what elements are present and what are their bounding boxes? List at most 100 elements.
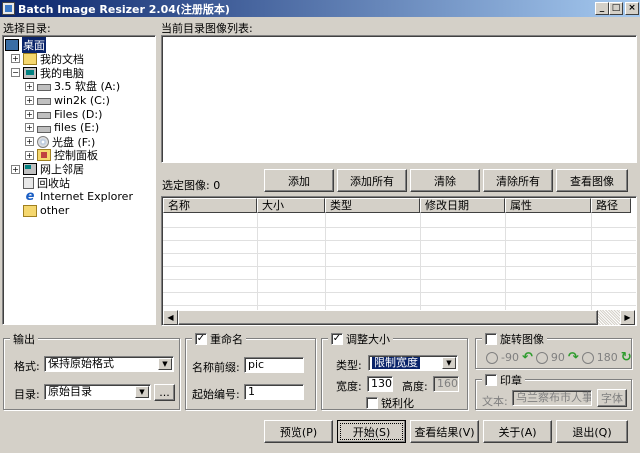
clear-all-button[interactable]: 清除所有 [483, 169, 553, 192]
grid-row-line [163, 253, 636, 254]
resize-type-select[interactable]: 限制宽度 ▼ [368, 355, 458, 371]
rotate-cw-icon: ↷ [567, 350, 579, 365]
width-label: 宽度: [336, 380, 362, 393]
drive-icon [37, 125, 51, 133]
floppy-icon [37, 84, 51, 92]
scroll-left-icon[interactable]: ◀ [163, 310, 178, 325]
resize-type-label: 类型: [336, 359, 362, 372]
directory-label: 选择目录: [3, 22, 51, 35]
grid-row-line [163, 227, 636, 228]
tree-node[interactable]: 回收站 [5, 176, 70, 190]
expand-icon[interactable]: + [11, 164, 20, 174]
grid-row-line [163, 305, 636, 306]
network-icon [23, 163, 37, 176]
maximize-button[interactable]: □ [609, 2, 623, 15]
format-label: 格式: [14, 360, 40, 373]
app-icon [2, 2, 15, 15]
stamp-checkbox[interactable] [485, 374, 497, 386]
expand-icon[interactable]: + [25, 123, 34, 133]
chevron-down-icon[interactable]: ▼ [158, 358, 172, 370]
width-input[interactable]: 130 [367, 376, 393, 392]
stamp-text-input[interactable]: 乌兰察布市人事 [512, 390, 592, 406]
sharpen-checkbox[interactable] [366, 397, 378, 409]
directory-tree[interactable]: 桌面 + 我的文档 − 我的电脑 +3.5 软盘 (A:) + win2k (C:) + File… [2, 35, 156, 325]
collapse-icon[interactable]: − [11, 68, 20, 78]
chevron-down-icon[interactable]: ▼ [442, 357, 456, 369]
expand-icon [11, 192, 20, 201]
scroll-right-icon[interactable]: ▶ [620, 310, 635, 325]
chevron-down-icon[interactable]: ▼ [135, 386, 149, 398]
column-header[interactable]: 大小 [257, 198, 325, 213]
column-header[interactable]: 类型 [325, 198, 420, 213]
tree-node-label: files (E:) [54, 121, 100, 135]
height-input[interactable]: 160 [433, 376, 459, 392]
exit-button[interactable]: 退出(Q) [556, 420, 628, 443]
expand-icon[interactable]: + [11, 54, 20, 64]
column-header[interactable]: 修改日期 [420, 198, 505, 213]
stamp-title: 印章 [500, 374, 522, 387]
expand-icon[interactable]: + [25, 137, 34, 147]
expand-icon[interactable]: + [25, 109, 34, 119]
resize-checkbox[interactable]: ✓ [331, 333, 343, 345]
column-header[interactable]: 属性 [505, 198, 591, 213]
output-group: 输出 格式: 保持原始格式 ▼ 目录: 原始目录 ▼ ... [3, 331, 180, 410]
start-number-label: 起始编号: [192, 388, 240, 401]
stamp-text-label: 文本: [482, 395, 508, 408]
format-select[interactable]: 保持原始格式 ▼ [44, 356, 174, 372]
column-header[interactable]: 名称 [163, 198, 257, 213]
preview-button[interactable]: 预览(P) [264, 420, 333, 443]
view-results-button[interactable]: 查看结果(V) [410, 420, 479, 443]
close-button[interactable]: × [625, 2, 639, 15]
desktop-icon [5, 39, 19, 51]
clear-button[interactable]: 清除 [410, 169, 480, 192]
add-all-button[interactable]: 添加所有 [337, 169, 407, 192]
rotate-neg90-radio[interactable] [486, 351, 498, 364]
grid-row-line [163, 266, 636, 267]
expand-icon[interactable]: + [25, 150, 34, 160]
grid-row-line [163, 240, 636, 241]
about-button[interactable]: 关于(A) [483, 420, 552, 443]
column-header[interactable]: 路径 [591, 198, 631, 213]
start-button[interactable]: 开始(S) [337, 420, 406, 443]
tree-node-label: other [40, 204, 70, 218]
minimize-button[interactable]: _ [595, 2, 609, 15]
rotate-90-radio[interactable] [535, 351, 548, 364]
start-number-input[interactable]: 1 [244, 384, 304, 400]
resize-title: 调整大小 [346, 333, 390, 346]
rotate-180-icon: ↻ [620, 350, 632, 365]
tree-node-label: Internet Explorer [40, 190, 133, 204]
expand-icon [11, 206, 20, 215]
expand-icon[interactable]: + [25, 81, 34, 91]
expand-icon[interactable]: + [25, 95, 34, 105]
tree-node[interactable]: + win2k (C:) [5, 93, 110, 107]
drive-icon [37, 98, 51, 106]
title-bar[interactable]: Batch Image Resizer 2.04(注册版本) _ □ × [0, 0, 640, 17]
horizontal-scrollbar[interactable]: ◀ ▶ [163, 310, 635, 325]
drive-icon [37, 112, 51, 119]
tree-node[interactable]: + Files (D:) [5, 107, 102, 121]
rotate-180-radio[interactable] [581, 351, 594, 364]
output-directory-select[interactable]: 原始目录 ▼ [44, 384, 151, 400]
cd-icon [37, 135, 49, 148]
view-image-button[interactable]: 查看图像 [556, 169, 628, 192]
rotate-checkbox[interactable] [485, 333, 497, 345]
folder-icon [23, 52, 37, 65]
browse-button[interactable]: ... [154, 384, 175, 401]
scroll-thumb[interactable] [178, 310, 598, 325]
app-window: Batch Image Resizer 2.04(注册版本) _ □ × 选择目… [0, 0, 640, 453]
tree-node[interactable]: +3.5 软盘 (A:) [5, 79, 120, 93]
add-button[interactable]: 添加 [264, 169, 334, 192]
tree-node[interactable]: other [5, 204, 69, 218]
prefix-input[interactable]: pic [244, 357, 304, 373]
tree-node[interactable]: e Internet Explorer [5, 190, 133, 204]
image-list-box[interactable] [161, 35, 637, 163]
rename-checkbox[interactable]: ✓ [195, 333, 207, 345]
file-list-view[interactable]: 名称 大小 类型 修改日期 属性 路径 ◀ ▶ [161, 196, 637, 326]
computer-icon [23, 66, 37, 79]
expand-icon [11, 179, 20, 188]
stamp-font-button[interactable]: 字体 [597, 389, 627, 407]
folder-icon [23, 204, 37, 217]
tree-node-label: win2k (C:) [54, 93, 110, 107]
tree-node-label: 3.5 软盘 (A:) [54, 80, 121, 94]
recycle-bin-icon [23, 177, 34, 189]
